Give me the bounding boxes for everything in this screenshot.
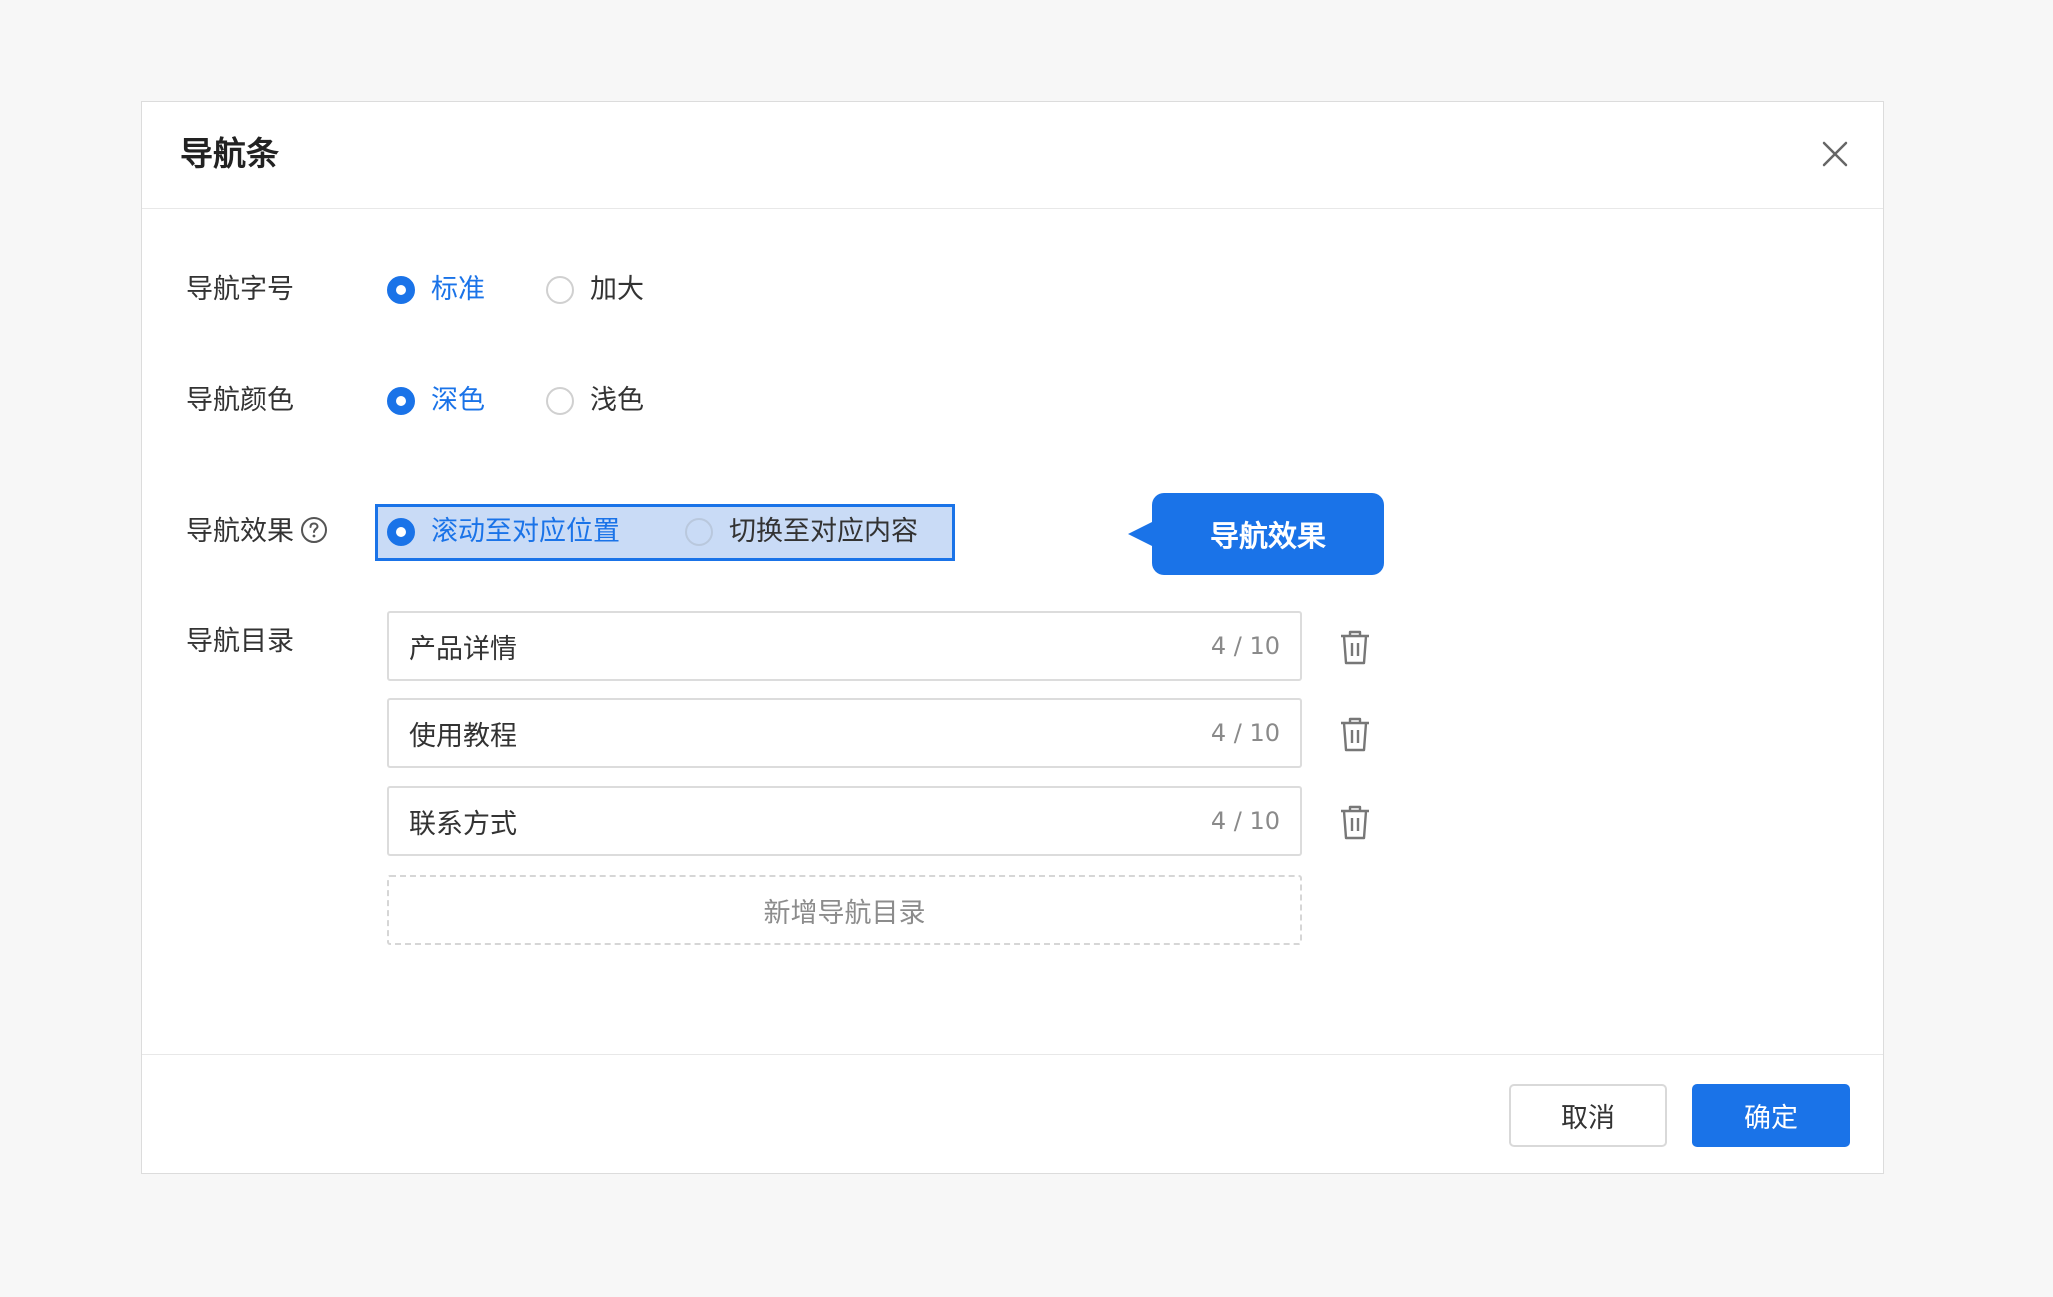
effect-options-highlight: 滚动至对应位置 切换至对应内容 [375,504,955,561]
radio-effect-scroll[interactable]: 滚动至对应位置 [387,514,620,550]
navigation-bar-dialog: 导航条 导航字号 标准 加大 导航颜色 深色 浅色 导航效果 滚动至对应位置 切… [141,101,1884,1174]
radio-dot [546,387,574,415]
add-directory-button[interactable]: 新增导航目录 [387,875,1302,945]
nav-effect-label: 导航效果 [186,514,328,550]
char-counter: 4 / 10 [1210,632,1280,660]
trash-icon[interactable] [1337,802,1373,842]
directory-item-field[interactable]: 4 / 10 [387,611,1302,681]
radio-label: 深色 [431,385,485,416]
radio-dot [546,276,574,304]
radio-label: 加大 [590,274,644,305]
question-circle-icon[interactable] [300,516,328,544]
radio-label: 浅色 [590,385,644,416]
radio-dot [387,276,415,304]
radio-label: 切换至对应内容 [729,516,918,547]
radio-dot [387,518,415,546]
directory-item-input[interactable] [409,630,1211,662]
directory-item-input[interactable] [409,717,1211,749]
radio-effect-switch[interactable]: 切换至对应内容 [685,514,918,550]
nav-color-label: 导航颜色 [186,385,294,416]
cancel-button[interactable]: 取消 [1509,1084,1667,1147]
radio-font-large[interactable]: 加大 [546,272,644,308]
confirm-button[interactable]: 确定 [1692,1084,1850,1147]
directory-item-input[interactable] [409,805,1211,837]
radio-dot [685,518,713,546]
font-size-label: 导航字号 [186,274,294,305]
char-counter: 4 / 10 [1210,719,1280,747]
dialog-footer: 取消 确定 [142,1054,1883,1173]
dialog-header: 导航条 [142,102,1883,209]
char-counter: 4 / 10 [1210,807,1280,835]
directory-item-field[interactable]: 4 / 10 [387,786,1302,856]
nav-directory-label: 导航目录 [186,626,294,657]
trash-icon[interactable] [1337,714,1373,754]
trash-icon[interactable] [1337,627,1373,667]
radio-dot [387,387,415,415]
radio-label: 标准 [431,274,485,305]
directory-item-field[interactable]: 4 / 10 [387,698,1302,768]
radio-font-standard[interactable]: 标准 [387,272,485,308]
radio-color-dark[interactable]: 深色 [387,383,485,419]
nav-effect-label-text: 导航效果 [186,516,294,547]
radio-color-light[interactable]: 浅色 [546,383,644,419]
radio-label: 滚动至对应位置 [431,516,620,547]
effect-callout: 导航效果 [1128,493,1384,575]
dialog-title: 导航条 [180,134,279,173]
close-icon[interactable] [1817,136,1853,172]
